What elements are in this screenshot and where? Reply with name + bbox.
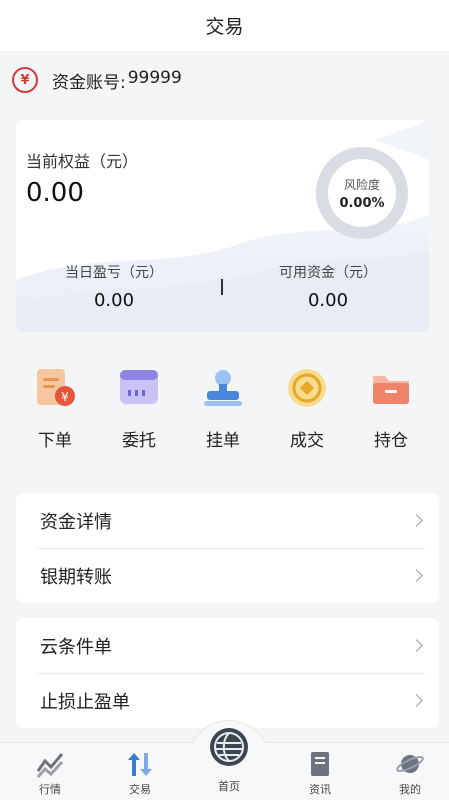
- home-globe-icon: [210, 728, 248, 766]
- risk-gauge: 风险度 0.00%: [316, 147, 408, 239]
- yen-badge-icon: ¥: [12, 67, 38, 93]
- tab-market[interactable]: 行情: [20, 749, 80, 797]
- tab-label: 行情: [39, 783, 61, 796]
- pending-order-icon: [201, 366, 245, 410]
- current-equity-label: 当前权益（元）: [26, 152, 139, 171]
- daily-pnl-value: 0.00: [93, 290, 135, 311]
- shortcut-row: ¥ 下单 委托 挂单 成交 持仓: [0, 366, 449, 466]
- shortcut-pending-order[interactable]: 挂单: [188, 366, 258, 451]
- orders-menu-card: 云条件单 止损止盈单: [16, 618, 439, 728]
- chevron-right-icon: [410, 514, 423, 527]
- account-row: ¥ 资金账号: 99999: [0, 52, 449, 108]
- tab-news[interactable]: 资讯: [290, 749, 350, 797]
- daily-pnl-block: 当日盈亏（元） 0.00: [19, 262, 209, 311]
- menu-label: 止损止盈单: [40, 691, 130, 713]
- account-number: 99999: [127, 67, 182, 88]
- daily-pnl-label: 当日盈亏（元）: [65, 265, 163, 281]
- shortcut-label: 下单: [38, 431, 72, 451]
- top-bar: 交易: [0, 0, 449, 52]
- funds-menu-card: 资金详情 银期转账: [16, 493, 439, 603]
- menu-item-fund-details[interactable]: 资金详情: [16, 493, 439, 548]
- position-folder-icon: [369, 366, 413, 410]
- svg-text:¥: ¥: [61, 390, 69, 404]
- deal-coin-icon: [285, 366, 329, 410]
- shortcut-deal[interactable]: 成交: [272, 366, 342, 451]
- shortcut-order[interactable]: ¥ 下单: [20, 366, 90, 451]
- card-divider: [221, 279, 223, 295]
- tab-trade[interactable]: 交易: [110, 749, 170, 797]
- order-icon: ¥: [33, 366, 77, 410]
- entrust-icon: [117, 366, 161, 410]
- current-equity-value: 0.00: [26, 178, 84, 208]
- shortcut-label: 成交: [290, 431, 324, 451]
- tab-home[interactable]: 首页: [198, 728, 260, 794]
- tab-label: 我的: [399, 783, 421, 796]
- shortcut-label: 挂单: [206, 431, 240, 451]
- risk-label: 风险度: [343, 177, 380, 192]
- account-info: 资金账号: 99999: [52, 68, 182, 93]
- menu-item-bank-futures-transfer[interactable]: 银期转账: [16, 548, 439, 603]
- available-funds-value: 0.00: [307, 290, 349, 311]
- shortcut-entrust[interactable]: 委托: [104, 366, 174, 451]
- available-funds-block: 可用资金（元） 0.00: [233, 262, 423, 311]
- tab-label: 资讯: [309, 783, 331, 796]
- chevron-right-icon: [410, 639, 423, 652]
- chevron-right-icon: [410, 569, 423, 582]
- page-title: 交易: [205, 16, 244, 38]
- trade-arrows-icon: [125, 749, 155, 779]
- risk-value: 0.00%: [339, 195, 385, 211]
- chevron-right-icon: [410, 694, 423, 707]
- tab-label: 首页: [218, 780, 240, 793]
- shortcut-label: 委托: [122, 431, 156, 451]
- tab-label: 交易: [129, 783, 151, 796]
- equity-card: 当前权益（元） 0.00 风险度 0.00% 当日盈亏（元） 0.00 可用资金…: [16, 120, 429, 332]
- shortcut-position[interactable]: 持仓: [356, 366, 426, 451]
- tab-profile[interactable]: 我的: [380, 749, 440, 797]
- menu-label: 银期转账: [40, 566, 112, 588]
- menu-item-cloud-conditional-order[interactable]: 云条件单: [16, 618, 439, 673]
- news-icon: [305, 749, 335, 779]
- shortcut-label: 持仓: [374, 431, 408, 451]
- market-chart-icon: [35, 749, 65, 779]
- planet-icon: [395, 749, 425, 779]
- available-funds-label: 可用资金（元）: [279, 265, 377, 281]
- menu-label: 资金详情: [40, 511, 112, 533]
- account-label: 资金账号:: [52, 72, 126, 93]
- menu-label: 云条件单: [40, 636, 112, 658]
